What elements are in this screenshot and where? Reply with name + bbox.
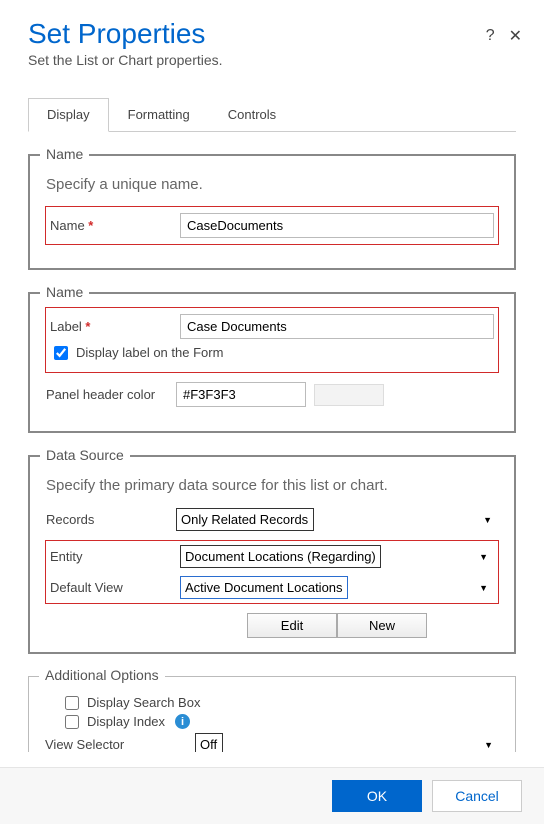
page-subtitle: Set the List or Chart properties. [28,52,516,68]
name-input[interactable] [180,213,494,238]
page-title: Set Properties [28,18,516,50]
search-box-checkbox[interactable] [65,696,79,710]
data-source-fieldset: Data Source Specify the primary data sou… [28,455,516,654]
records-label: Records [46,512,176,527]
info-icon[interactable]: i [175,714,190,729]
default-view-select[interactable]: Active Document Locations [180,576,348,599]
name-legend: Name [40,146,89,162]
label-input[interactable] [180,314,494,339]
display-index-checkbox[interactable] [65,715,79,729]
label-legend: Name [40,284,89,300]
tab-controls[interactable]: Controls [209,98,295,131]
additional-legend: Additional Options [39,667,165,683]
tab-bar: Display Formatting Controls [28,98,516,132]
label-fieldset: Name Label Display label on the Form Pan… [28,292,516,433]
name-label: Name [50,218,180,233]
close-icon[interactable]: ✕ [509,26,522,46]
search-box-label: Display Search Box [87,695,200,710]
default-view-label: Default View [50,580,180,595]
view-selector-label: View Selector [45,737,195,752]
panel-color-swatch[interactable] [314,384,384,406]
edit-button[interactable]: Edit [247,613,337,638]
data-source-legend: Data Source [40,447,130,463]
dialog-footer: OK Cancel [0,767,544,824]
panel-color-label: Panel header color [46,387,176,402]
display-label-checkbox[interactable] [54,346,68,360]
new-button[interactable]: New [337,613,427,638]
ok-button[interactable]: OK [332,780,422,812]
help-icon[interactable]: ? [486,27,495,45]
additional-fieldset: Additional Options Display Search Box Di… [28,676,516,752]
name-desc: Specify a unique name. [46,176,498,193]
cancel-button[interactable]: Cancel [432,780,522,812]
view-selector-select[interactable]: Off [195,733,223,752]
data-source-desc: Specify the primary data source for this… [46,477,498,494]
name-fieldset: Name Specify a unique name. Name [28,154,516,270]
records-select[interactable]: Only Related Records [176,508,314,531]
entity-select[interactable]: Document Locations (Regarding) [180,545,381,568]
display-index-label: Display Index [87,714,165,729]
label-label: Label [50,319,180,334]
display-label-text: Display label on the Form [76,345,223,360]
entity-label: Entity [50,549,180,564]
tab-display[interactable]: Display [28,98,109,132]
tab-formatting[interactable]: Formatting [109,98,209,131]
panel-color-input[interactable] [176,382,306,407]
